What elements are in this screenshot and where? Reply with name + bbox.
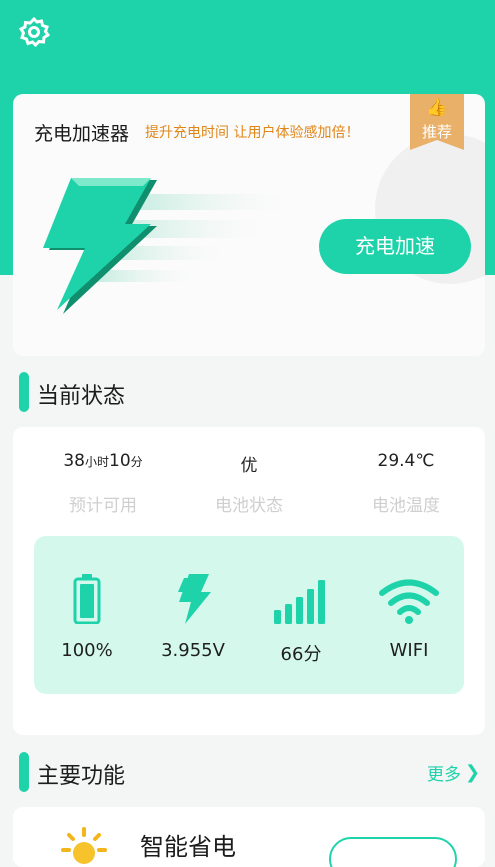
minutes-value: 10 <box>109 451 131 471</box>
score-value: 66分 <box>280 644 322 665</box>
badge-label: 推荐 <box>421 123 452 141</box>
functions-section-title: 主要功能 <box>37 764 126 789</box>
lightning-bolt-illustration <box>43 178 290 314</box>
stat-value: 29.4℃ <box>377 451 435 471</box>
stat-label: 电池状态 <box>215 496 283 516</box>
stat-battery-temp: 29.4℃ 电池温度 <box>331 451 481 516</box>
section-marker <box>19 372 29 412</box>
metric-voltage: 3.955V <box>143 572 243 661</box>
signal-bars-icon <box>274 580 325 624</box>
battery-icon <box>73 574 101 624</box>
metrics-panel: 100% 3.955V 66分 WIFI <box>34 536 464 694</box>
sun-icon <box>61 827 107 864</box>
hero-subtitle: 提升充电时间 让用户体验感加倍！ <box>145 125 360 141</box>
voltage-value: 3.955V <box>161 640 225 661</box>
recommend-badge: 👍 推荐 <box>410 94 464 150</box>
hours-value: 38 <box>63 451 85 471</box>
stat-estimated-usage: 38小时10分 预计可用 <box>28 451 178 516</box>
gear-icon[interactable] <box>18 16 50 48</box>
stat-value: 优 <box>240 456 258 476</box>
function-action-button[interactable] <box>329 837 457 867</box>
metric-score: 66分 <box>251 572 351 666</box>
metric-battery: 100% <box>37 572 137 661</box>
stat-value: 38小时10分 <box>28 451 178 477</box>
section-marker <box>19 752 29 792</box>
stat-label: 电池温度 <box>372 496 440 516</box>
function-card-power-saving[interactable]: 智能省电 <box>13 807 485 867</box>
chevron-right-icon: ❯ <box>465 762 481 783</box>
charge-accelerator-card: 充电加速器 提升充电时间 让用户体验感加倍！ 👍 推荐 充电加速 <box>13 94 485 356</box>
stat-label: 预计可用 <box>69 496 137 516</box>
more-label: 更多 <box>427 765 461 785</box>
function-title: 智能省电 <box>140 833 236 861</box>
metric-network: WIFI <box>359 572 459 661</box>
network-value: WIFI <box>389 640 429 661</box>
wifi-icon <box>379 579 439 624</box>
status-section-title: 当前状态 <box>37 384 126 409</box>
more-link[interactable]: 更多 ❯ <box>427 760 480 785</box>
minutes-unit: 分 <box>130 455 143 469</box>
battery-level-value: 100% <box>61 640 113 661</box>
thumbs-up-icon: 👍 <box>426 98 448 118</box>
charge-speed-button[interactable]: 充电加速 <box>319 219 471 274</box>
hours-unit: 小时 <box>84 455 109 469</box>
hero-title: 充电加速器 <box>34 123 130 145</box>
stat-battery-status: 优 电池状态 <box>174 451 324 516</box>
status-card: 38小时10分 预计可用 优 电池状态 29.4℃ 电池温度 100% 3.95… <box>13 427 485 735</box>
lightning-icon <box>178 574 211 624</box>
